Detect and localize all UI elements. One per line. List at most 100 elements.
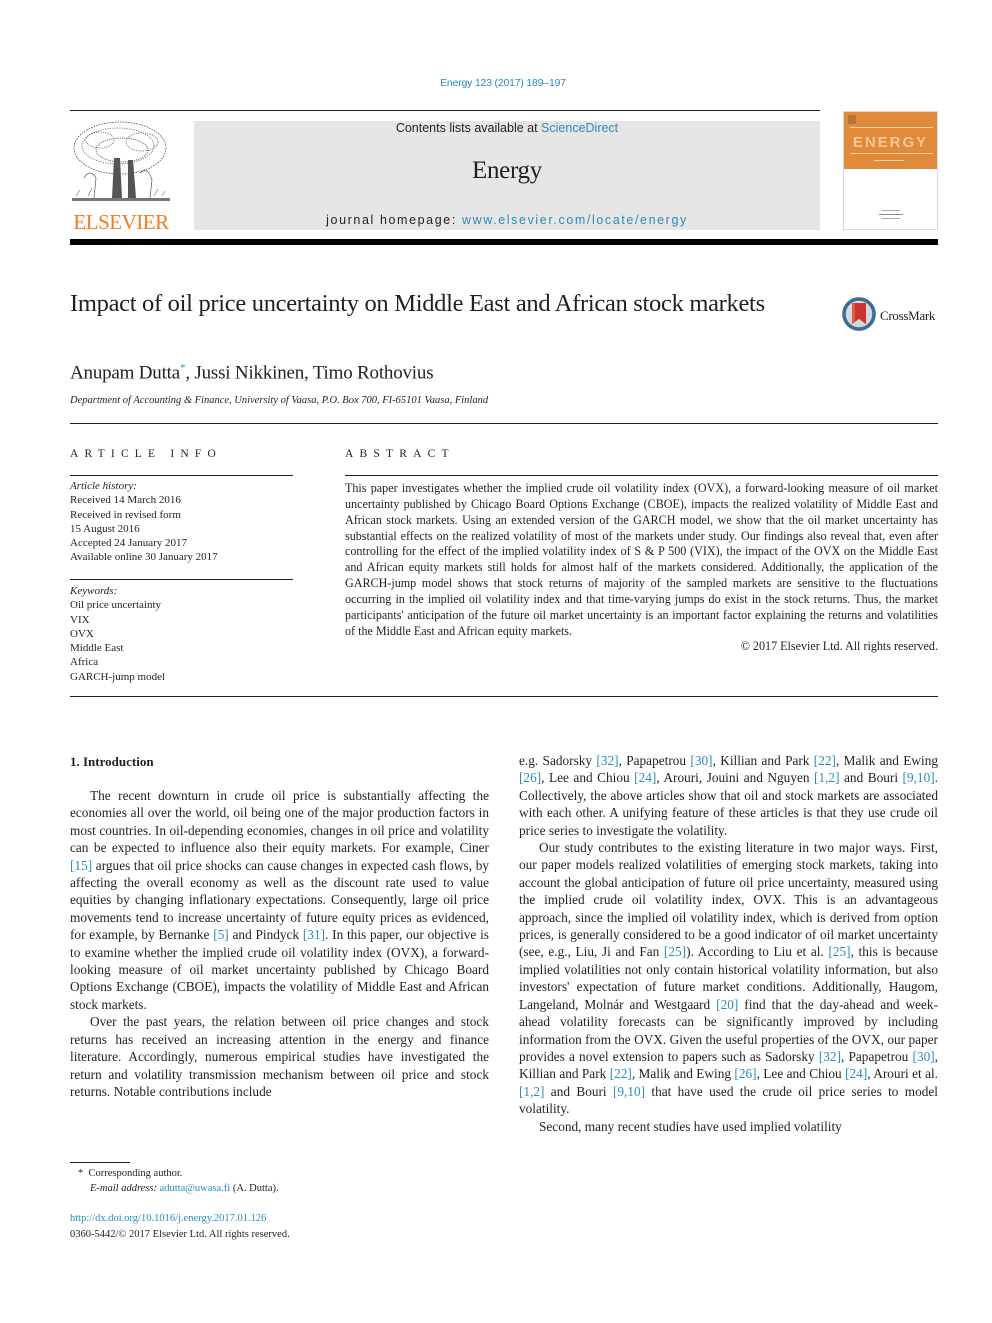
citation-ref-link[interactable]: [30]: [913, 1049, 935, 1064]
keyword: Oil price uncertainty: [70, 599, 162, 612]
body-text: , Arouri et al.: [867, 1066, 938, 1082]
cover-footer-line: [878, 214, 903, 215]
body-text: The recent downturn in crude oil price i…: [70, 788, 489, 856]
body-column-left: The recent downturn in crude oil price i…: [70, 787, 489, 1100]
author-name[interactable]: Timo Rothovius: [313, 362, 434, 383]
header-thick-rule: [70, 239, 938, 245]
history-entry: 15 August 2016: [70, 522, 140, 535]
body-text: and Bouri: [544, 1083, 613, 1099]
citation-ref-link[interactable]: [9,10]: [903, 770, 935, 785]
citation-ref-link[interactable]: [32]: [596, 753, 618, 768]
keyword: Africa: [70, 656, 99, 669]
body-text: , Lee and Chiou: [541, 770, 635, 786]
journal-name[interactable]: Energy: [194, 157, 820, 185]
abstract-paragraph: This paper investigates whether the impl…: [345, 481, 938, 638]
section-heading-introduction: 1. Introduction: [70, 754, 154, 769]
corresponding-label: Corresponding author.: [88, 1168, 183, 1179]
citation-ref-link[interactable]: [22]: [610, 1066, 632, 1081]
cover-banner: ENERGY: [844, 112, 937, 169]
history-entry: Received in revised form: [70, 508, 181, 521]
body-text: e.g. Sadorsky: [519, 753, 597, 768]
keyword: VIX: [70, 613, 90, 626]
body-text: Our study contributes to the existing li…: [519, 840, 938, 960]
citation-ref-link[interactable]: [31]: [303, 927, 325, 942]
citation-ref-link[interactable]: [32]: [819, 1049, 841, 1064]
article-title: Impact of oil price uncertainty on Middl…: [70, 290, 765, 317]
body-paragraph: e.g. Sadorsky [32], Papapetrou [30], Kil…: [519, 752, 938, 839]
elsevier-wordmark: ELSEVIER: [73, 210, 169, 234]
body-paragraph: The recent downturn in crude oil price i…: [70, 787, 489, 1013]
citation-ref-link[interactable]: [5]: [213, 927, 229, 942]
journal-citation[interactable]: Energy 123 (2017) 189–197: [0, 77, 992, 89]
body-text: Over the past years, the relation betwee…: [70, 1014, 489, 1099]
body-text: , Lee and Chiou: [756, 1066, 846, 1082]
citation-ref-link[interactable]: [9,10]: [613, 1084, 645, 1099]
email-line: E-mail address: adutta@uwasa.fi (A. Dutt…: [78, 1181, 279, 1196]
body-text: and Bouri: [839, 770, 903, 786]
body-paragraph: Over the past years, the relation betwee…: [70, 1013, 489, 1100]
footnote-mark: *: [78, 1168, 84, 1179]
elsevier-logo[interactable]: ELSEVIER: [70, 118, 172, 234]
footnote-line: * Corresponding author.: [78, 1166, 279, 1181]
journal-cover-thumbnail[interactable]: ENERGY: [843, 111, 938, 230]
history-entry: Received 14 March 2016: [70, 494, 181, 507]
body-column-right: e.g. Sadorsky [32], Papapetrou [30], Kil…: [519, 752, 938, 1135]
citation-ref-link[interactable]: [30]: [690, 753, 712, 768]
citation-ref-link[interactable]: [26]: [519, 770, 541, 785]
doi-block: http://dx.doi.org/10.1016/j.energy.2017.…: [70, 1211, 290, 1242]
citation-ref-link[interactable]: [1,2]: [814, 770, 839, 785]
abstract-heading: ABSTRACT: [345, 448, 455, 460]
footnote-rule: [70, 1162, 130, 1163]
cover-title: ENERGY: [852, 134, 929, 151]
history-entry: Accepted 24 January 2017: [70, 537, 187, 550]
keyword: GARCH-jump model: [70, 670, 166, 683]
body-text: , Malik and Ewing: [631, 1066, 735, 1082]
body-text: , Killian and Park: [712, 753, 814, 768]
journal-homepage-line: journal homepage: www.elsevier.com/locat…: [194, 213, 820, 227]
citation-ref-link[interactable]: [24]: [845, 1066, 867, 1081]
email-link[interactable]: adutta@uwasa.fi: [160, 1183, 231, 1194]
abstract-body: This paper investigates whether the impl…: [345, 481, 938, 655]
article-history: Article history: Received 14 March 2016 …: [70, 479, 293, 565]
cover-footer-line: [881, 210, 900, 211]
citation-ref-link[interactable]: [25]: [828, 944, 850, 959]
cover-footer: [844, 210, 937, 219]
citation-ref-link[interactable]: [1,2]: [519, 1084, 544, 1099]
section-divider: [70, 423, 938, 424]
keywords-rule: [70, 579, 293, 580]
citation-ref-link[interactable]: [25]: [664, 944, 686, 959]
citation-ref-link[interactable]: [15]: [70, 858, 92, 873]
header-rule: [70, 110, 820, 111]
author-affiliation: Department of Accounting & Finance, Univ…: [70, 395, 489, 406]
keywords-label: Keywords:: [70, 585, 118, 597]
contents-available-line: Contents lists available at ScienceDirec…: [194, 121, 820, 135]
body-text: , Papapetrou: [841, 1048, 913, 1064]
author-name[interactable]: Jussi Nikkinen: [194, 362, 304, 383]
citation-ref-link[interactable]: [20]: [716, 997, 738, 1012]
email-label: E-mail address:: [90, 1183, 157, 1194]
history-entry: Available online 30 January 2017: [70, 551, 218, 564]
article-info-rule: [70, 475, 293, 476]
crossmark-icon: [842, 297, 876, 331]
journal-banner: Contents lists available at ScienceDirec…: [194, 121, 820, 230]
body-text: ). According to Liu et al.: [686, 944, 829, 960]
abstract-rule: [345, 475, 938, 476]
issn-copyright: 0360-5442/© 2017 Elsevier Ltd. All right…: [70, 1228, 290, 1240]
body-paragraph: Second, many recent studies have used im…: [519, 1118, 938, 1135]
body-text: and Pindyck: [228, 927, 303, 943]
sciencedirect-link[interactable]: ScienceDirect: [541, 121, 618, 135]
journal-homepage-link[interactable]: www.elsevier.com/locate/energy: [462, 213, 688, 227]
cover-publisher-mark: [848, 115, 856, 124]
citation-ref-link[interactable]: [24]: [634, 770, 656, 785]
homepage-prefix: journal homepage:: [326, 213, 462, 227]
body-text: Second, many recent studies have used im…: [539, 1118, 842, 1134]
author-name[interactable]: Anupam Dutta: [70, 362, 180, 383]
citation-ref-link[interactable]: [22]: [814, 753, 836, 768]
body-text: , Papapetrou: [618, 753, 691, 768]
article-history-label: Article history:: [70, 480, 137, 492]
citation-link[interactable]: Energy 123 (2017) 189–197: [440, 77, 566, 89]
doi-link[interactable]: http://dx.doi.org/10.1016/j.energy.2017.…: [70, 1211, 290, 1227]
crossmark-button[interactable]: CrossMark: [841, 296, 941, 334]
email-suffix: (A. Dutta).: [230, 1183, 279, 1194]
citation-ref-link[interactable]: [26]: [734, 1066, 756, 1081]
